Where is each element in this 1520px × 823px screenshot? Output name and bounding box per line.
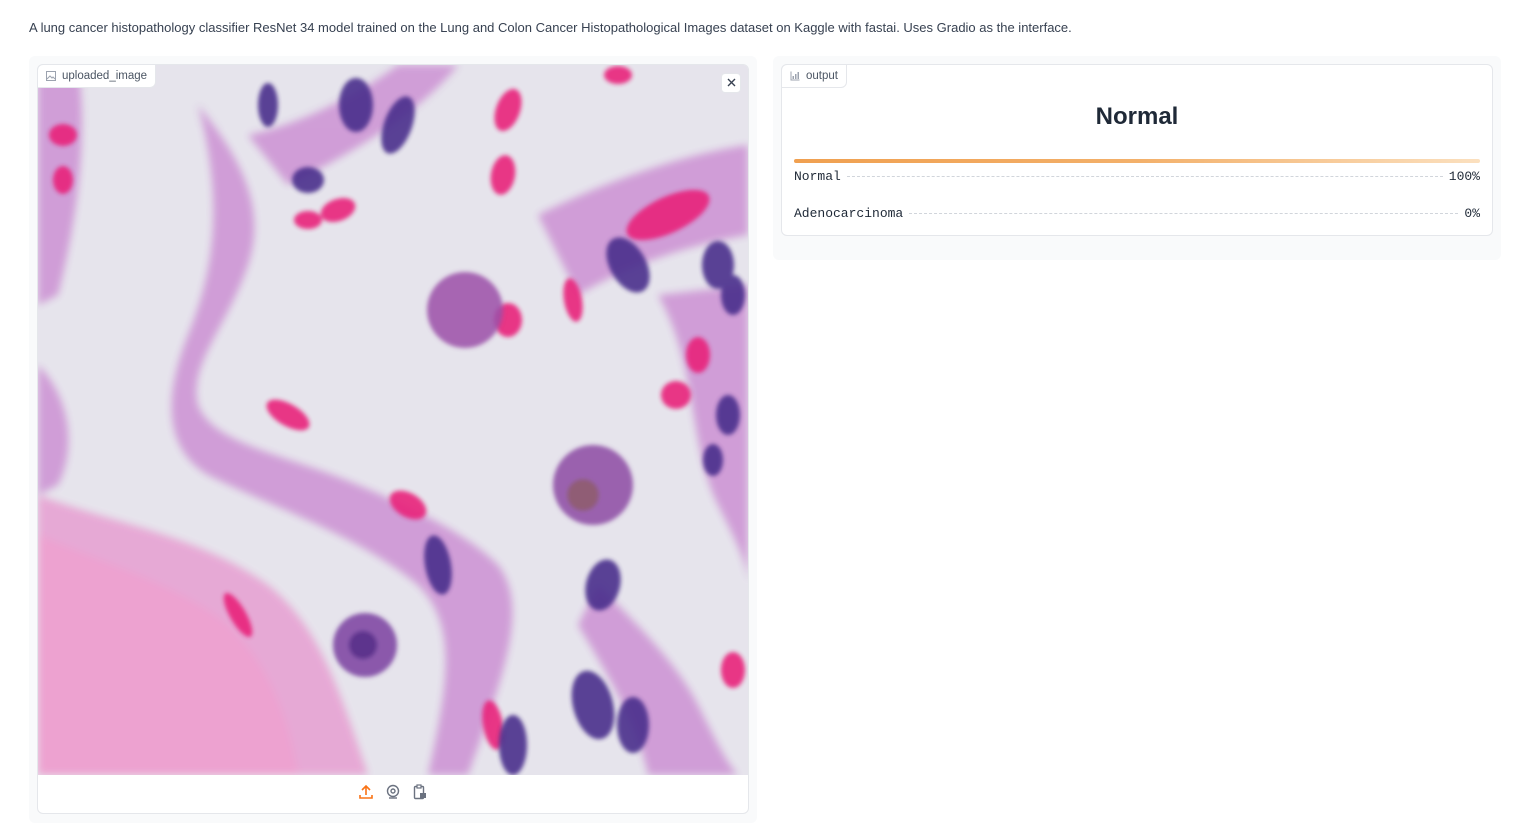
confidence-value: 100% <box>1448 169 1480 184</box>
label-icon <box>790 71 800 81</box>
output-label-tag: output <box>781 64 847 88</box>
upload-source-button[interactable] <box>357 784 375 805</box>
label-output-panel: output Normal Normal 100% Adenocarcinoma… <box>781 64 1493 236</box>
webcam-source-button[interactable] <box>384 784 402 805</box>
image-input-panel[interactable]: uploaded_image <box>37 64 749 814</box>
dotted-leader <box>846 176 1443 177</box>
image-icon <box>46 71 56 81</box>
predicted-label: Normal <box>1095 103 1179 130</box>
confidence-label: Adenocarcinoma <box>794 206 904 221</box>
confidence-row[interactable]: Adenocarcinoma 0% <box>794 206 1480 221</box>
confidence-value: 0% <box>1464 206 1480 221</box>
clear-image-button[interactable] <box>721 73 741 93</box>
clipboard-source-button[interactable] <box>411 783 429 805</box>
close-icon <box>727 74 736 92</box>
uploaded-histology-image <box>38 65 748 775</box>
confidence-label: Normal <box>794 169 841 184</box>
input-label-tag: uploaded_image <box>37 64 157 88</box>
clipboard-icon <box>412 783 428 805</box>
input-label: uploaded_image <box>62 70 148 82</box>
confidence-row[interactable]: Normal 100% <box>794 169 1480 184</box>
output-label: output <box>806 70 838 82</box>
image-source-toolbar <box>38 775 748 813</box>
dotted-leader <box>909 213 1459 214</box>
app-description: A lung cancer histopathology classifier … <box>29 20 1072 35</box>
upload-icon <box>358 784 374 805</box>
top-confidence-bar <box>794 159 1480 163</box>
webcam-icon <box>385 784 401 805</box>
